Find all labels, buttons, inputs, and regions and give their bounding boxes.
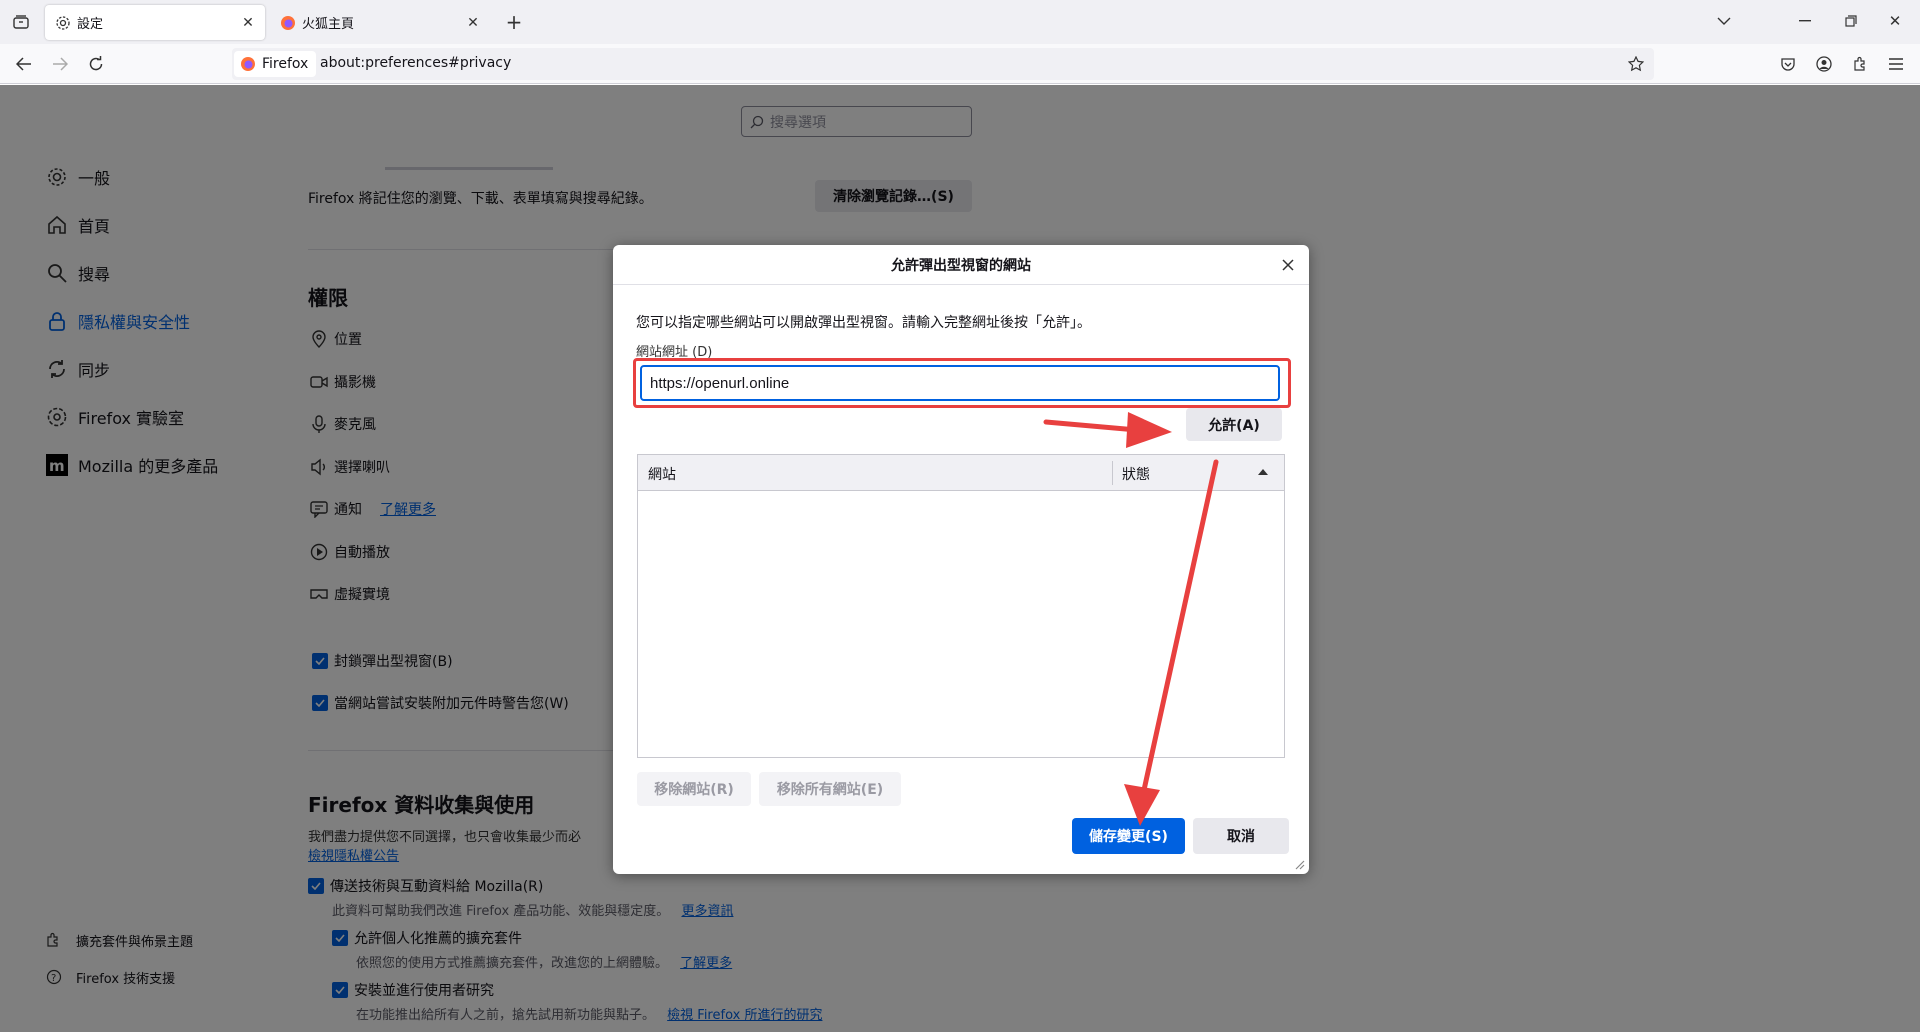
resize-grip-icon[interactable] <box>1293 858 1305 870</box>
tab-label: 設定 <box>77 17 104 32</box>
restore-icon[interactable] <box>1836 10 1866 32</box>
pocket-icon[interactable] <box>1776 52 1800 76</box>
tab-settings[interactable]: 設定 ✕ <box>45 5 265 40</box>
cancel-button[interactable]: 取消 <box>1193 818 1289 854</box>
forward-icon[interactable] <box>48 52 72 76</box>
account-icon[interactable] <box>1812 52 1836 76</box>
sites-table: 網站 狀態 <box>637 454 1285 758</box>
tab-firefox-home[interactable]: 火狐主頁 ✕ <box>270 5 490 40</box>
column-header-status[interactable]: 狀態 <box>1122 464 1150 484</box>
new-tab-button[interactable]: + <box>502 10 526 34</box>
save-changes-button[interactable]: 儲存變更(S) <box>1072 818 1185 854</box>
address-bar[interactable]: Firefox about:preferences#privacy <box>232 48 1654 80</box>
chevron-down-icon[interactable] <box>1712 10 1736 32</box>
table-header: 網站 狀態 <box>638 455 1284 491</box>
sort-up-icon[interactable] <box>1258 469 1268 475</box>
firefox-icon <box>280 15 296 31</box>
identity-label: Firefox <box>262 56 309 72</box>
tab-strip: 設定 ✕ 火狐主頁 ✕ + ✕ <box>0 0 1920 44</box>
allow-button[interactable]: 允許(A) <box>1186 408 1282 441</box>
identity-box[interactable]: Firefox <box>234 51 317 77</box>
close-tab-icon[interactable]: ✕ <box>239 14 257 32</box>
site-address-input[interactable] <box>640 365 1280 401</box>
column-header-site[interactable]: 網站 <box>648 464 676 484</box>
minimize-icon[interactable] <box>1790 10 1820 32</box>
gear-icon <box>55 15 71 31</box>
tab-list-button[interactable] <box>10 12 32 32</box>
close-window-icon[interactable]: ✕ <box>1880 10 1910 32</box>
dialog-description: 您可以指定哪些網站可以開啟彈出型視窗。請輸入完整網址後按「允許」。 <box>636 315 1091 331</box>
extensions-icon[interactable] <box>1848 52 1872 76</box>
firefox-icon <box>240 56 256 72</box>
remove-site-button[interactable]: 移除網站(R) <box>637 772 751 806</box>
url-text: about:preferences#privacy <box>320 55 512 71</box>
tab-label: 火狐主頁 <box>302 17 355 32</box>
reload-icon[interactable] <box>84 52 108 76</box>
dialog-title: 允許彈出型視窗的網站 <box>613 245 1309 285</box>
menu-icon[interactable] <box>1884 52 1908 76</box>
navigation-toolbar: Firefox about:preferences#privacy <box>0 44 1920 84</box>
bookmark-star-icon[interactable] <box>1626 54 1646 74</box>
close-tab-icon[interactable]: ✕ <box>464 14 482 32</box>
back-icon[interactable] <box>12 52 36 76</box>
column-divider <box>1112 461 1113 485</box>
remove-all-sites-button[interactable]: 移除所有網站(E) <box>759 772 901 806</box>
popup-exceptions-dialog: 允許彈出型視窗的網站 您可以指定哪些網站可以開啟彈出型視窗。請輸入完整網址後按「… <box>613 245 1309 874</box>
close-icon[interactable] <box>1277 254 1299 276</box>
